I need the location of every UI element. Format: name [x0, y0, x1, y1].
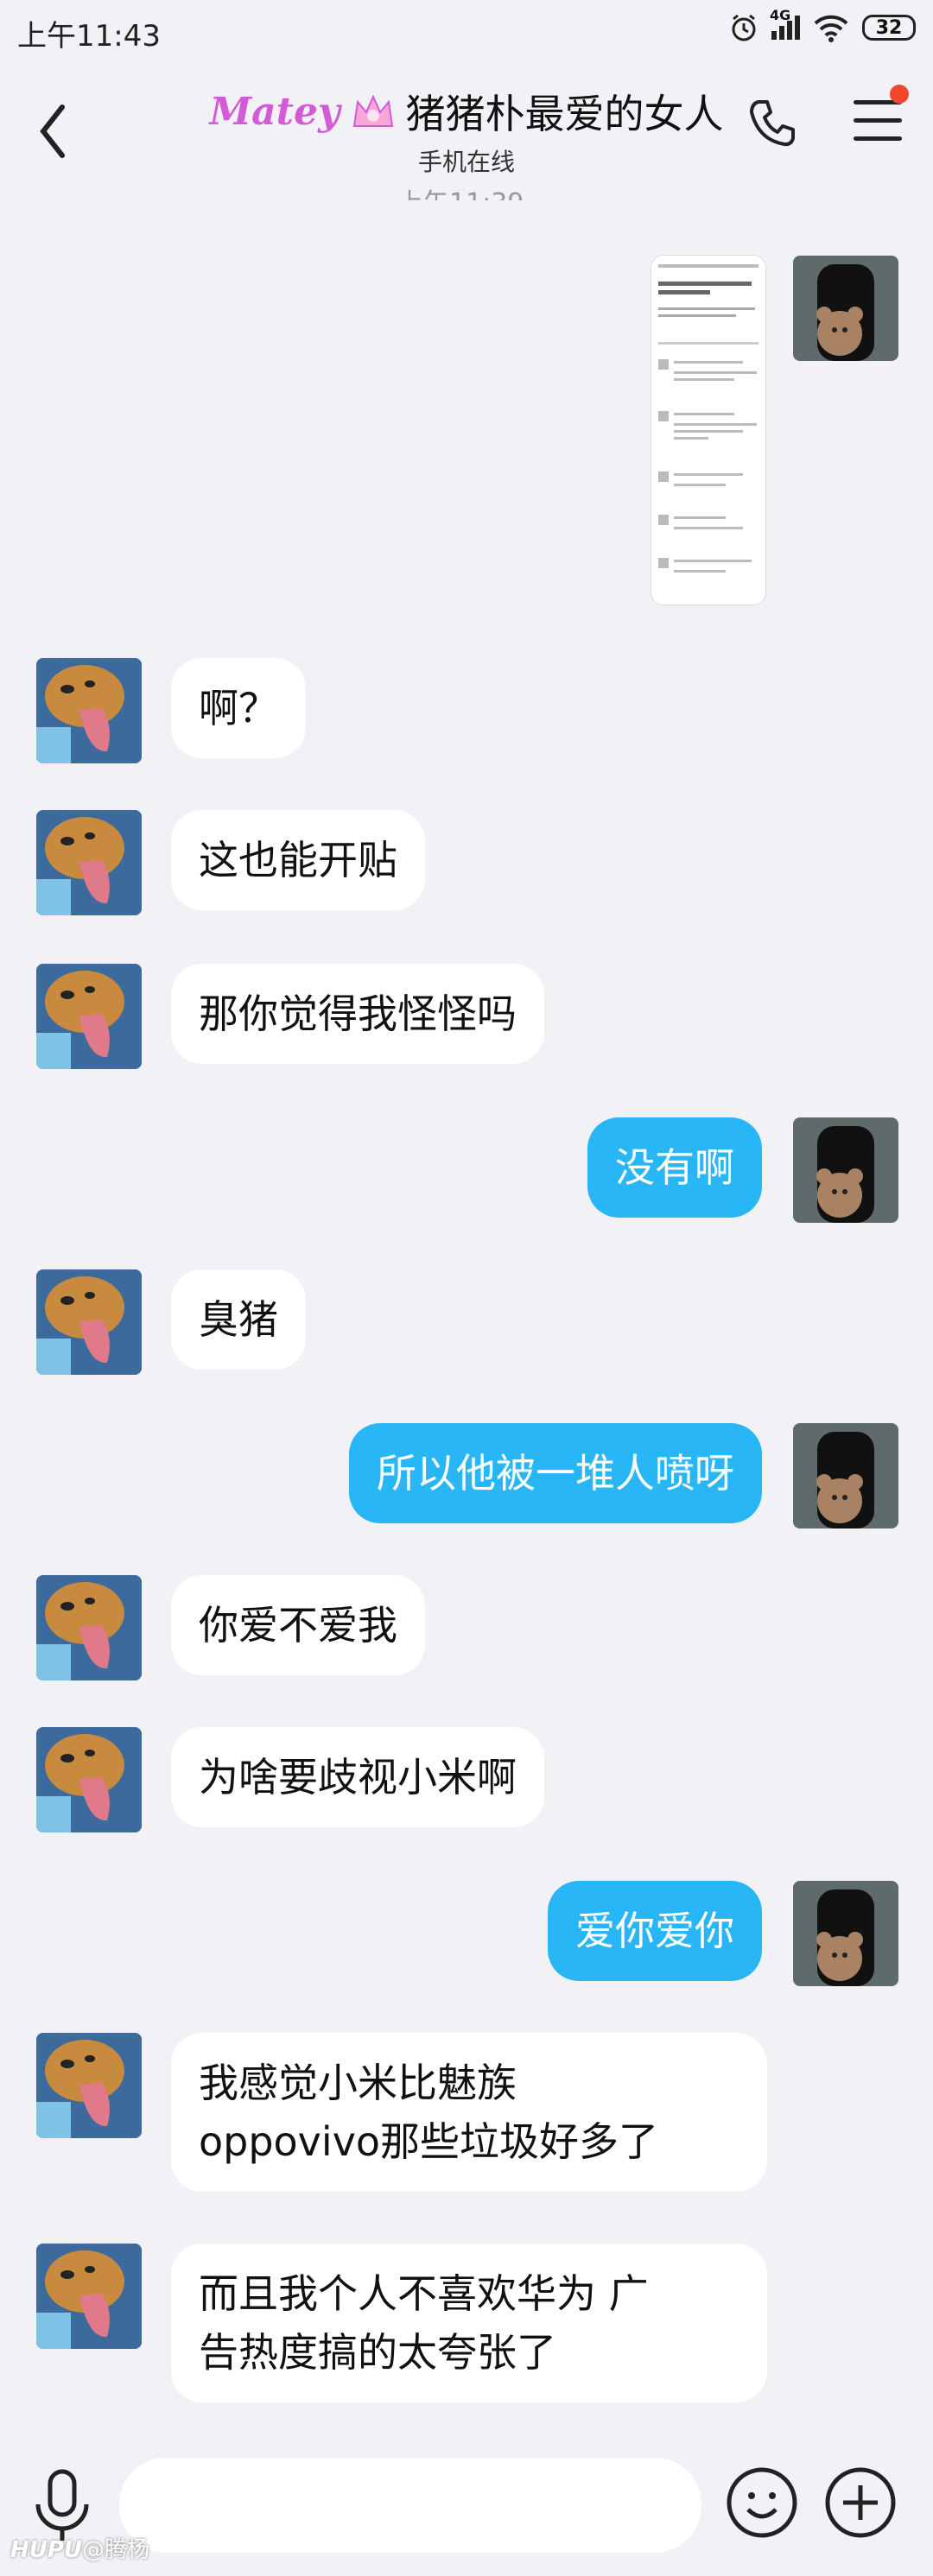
- battery-level: 32: [875, 16, 903, 39]
- plus-icon[interactable]: [824, 2466, 897, 2539]
- chat-header: Matey 猪猪朴最爱的女人 手机在线: [0, 62, 933, 192]
- friend-avatar[interactable]: [36, 1269, 142, 1375]
- my-avatar[interactable]: [793, 1423, 898, 1529]
- wifi-icon: [814, 15, 848, 42]
- network-type: 4G: [770, 7, 791, 23]
- message-bubble[interactable]: 为啥要歧视小米啊: [171, 1727, 544, 1827]
- message-bubble[interactable]: 臭猪: [171, 1269, 306, 1370]
- my-avatar[interactable]: [793, 1881, 898, 1986]
- notification-dot: [890, 85, 909, 104]
- menu-icon[interactable]: [854, 100, 902, 155]
- matey-badge: Matey: [209, 89, 340, 134]
- message-bubble[interactable]: 我感觉小米比魅族 oppovivo那些垃圾好多了: [171, 2033, 767, 2192]
- message-bubble[interactable]: 那你觉得我怪怪吗: [171, 964, 544, 1064]
- signal-icon: 4G: [770, 7, 800, 40]
- message-input[interactable]: [119, 2458, 701, 2553]
- message-bubble[interactable]: 你爱不爱我: [171, 1575, 425, 1675]
- friend-avatar[interactable]: [36, 1575, 142, 1680]
- my-avatar[interactable]: [793, 256, 898, 361]
- chat-title: 猪猪朴最爱的女人: [405, 91, 724, 137]
- message-bubble[interactable]: 所以他被一堆人喷呀: [349, 1423, 762, 1523]
- friend-avatar[interactable]: [36, 964, 142, 1069]
- message-bubble[interactable]: 爱你爱你: [548, 1881, 762, 1981]
- crown-icon: [352, 94, 393, 127]
- friend-avatar[interactable]: [36, 1727, 142, 1832]
- friend-avatar[interactable]: [36, 658, 142, 763]
- message-bubble[interactable]: 没有啊: [587, 1117, 762, 1218]
- emoji-icon[interactable]: [726, 2466, 798, 2539]
- battery-icon: 32: [862, 15, 916, 41]
- message-bubble[interactable]: 啊？: [171, 658, 306, 758]
- friend-avatar[interactable]: [36, 810, 142, 915]
- my-avatar[interactable]: [793, 1117, 898, 1223]
- status-bar: 上午11:43 4G 32: [0, 0, 933, 62]
- watermark-user: @腾杨: [82, 2537, 150, 2563]
- friend-avatar[interactable]: [36, 2033, 142, 2138]
- message-bubble[interactable]: 这也能开贴: [171, 810, 425, 910]
- message-timestamp: 上午11:39: [397, 181, 524, 200]
- friend-avatar[interactable]: [36, 2244, 142, 2349]
- status-time: 上午11:43: [17, 19, 161, 54]
- online-status: 手机在线: [417, 148, 515, 176]
- message-bubble[interactable]: 而且我个人不喜欢华为 广 告热度搞的太夸张了: [171, 2244, 767, 2402]
- watermark: HUPU@腾杨: [10, 2532, 149, 2564]
- alarm-icon: [732, 14, 756, 41]
- phone-icon[interactable]: [746, 97, 798, 149]
- watermark-brand: HUPU: [10, 2537, 83, 2563]
- sent-image[interactable]: [651, 256, 765, 604]
- status-icons: 4G 32: [728, 7, 916, 43]
